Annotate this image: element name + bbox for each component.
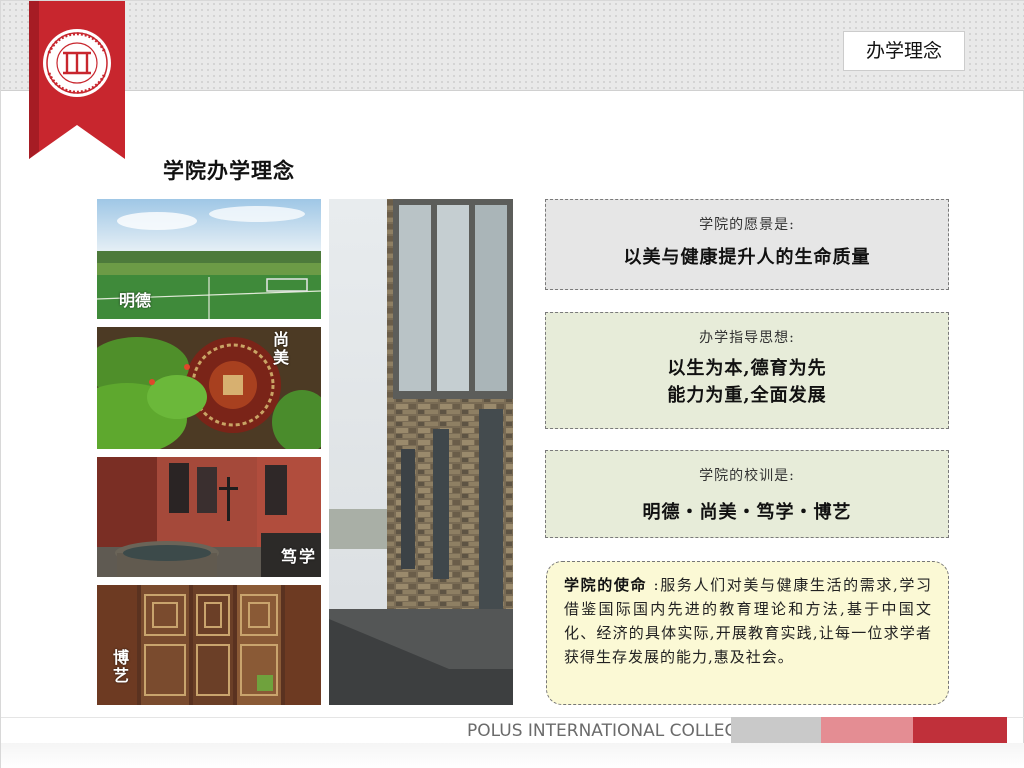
guiding-value: 以生为本,德育为先 能力为重,全面发展 (546, 355, 948, 409)
college-logo-ribbon (29, 1, 125, 159)
photo-stone-building (329, 199, 513, 705)
guiding-line-2: 能力为重,全面发展 (667, 385, 827, 406)
slide: 办学理念 学院办学理念 明德 尚美 笃学 博艺 学院的愿景是: 以美与健康提升人… (0, 0, 1024, 768)
photo-caption-shangmei: 尚美 (270, 331, 289, 367)
section-label: 办学理念 (843, 31, 965, 71)
motto-label: 学院的校训是: (699, 468, 795, 484)
motto-card: 学院的校训是: 明德・尚美・笃学・博艺 (545, 450, 949, 538)
vision-card: 学院的愿景是: 以美与健康提升人的生命质量 (545, 199, 949, 290)
mission-title: 学院的使命 (564, 576, 648, 594)
guiding-line-1: 以生为本,德育为先 (667, 358, 827, 379)
photo-wooden-lattice (97, 585, 321, 705)
mission-box: 学院的使命 :服务人们对美与健康生活的需求,学习借鉴国际国内先进的教育理论和方法… (546, 561, 949, 705)
guiding-card: 办学指导思想: 以生为本,德育为先 能力为重,全面发展 (545, 312, 949, 429)
page-title: 学院办学理念 (163, 158, 295, 183)
vision-label: 学院的愿景是: (699, 217, 795, 233)
footer-college-name: POLUS INTERNATIONAL COLLEGE (467, 721, 749, 741)
motto-value: 明德・尚美・笃学・博艺 (642, 502, 852, 523)
vision-value: 以美与健康提升人的生命质量 (623, 247, 871, 268)
footer-fade (1, 743, 1024, 768)
photo-caption-mingde: 明德 (119, 291, 152, 310)
photo-caption-boyi: 博艺 (110, 649, 129, 685)
photo-caption-duxue: 笃学 (281, 547, 318, 566)
guiding-label: 办学指导思想: (699, 330, 795, 346)
